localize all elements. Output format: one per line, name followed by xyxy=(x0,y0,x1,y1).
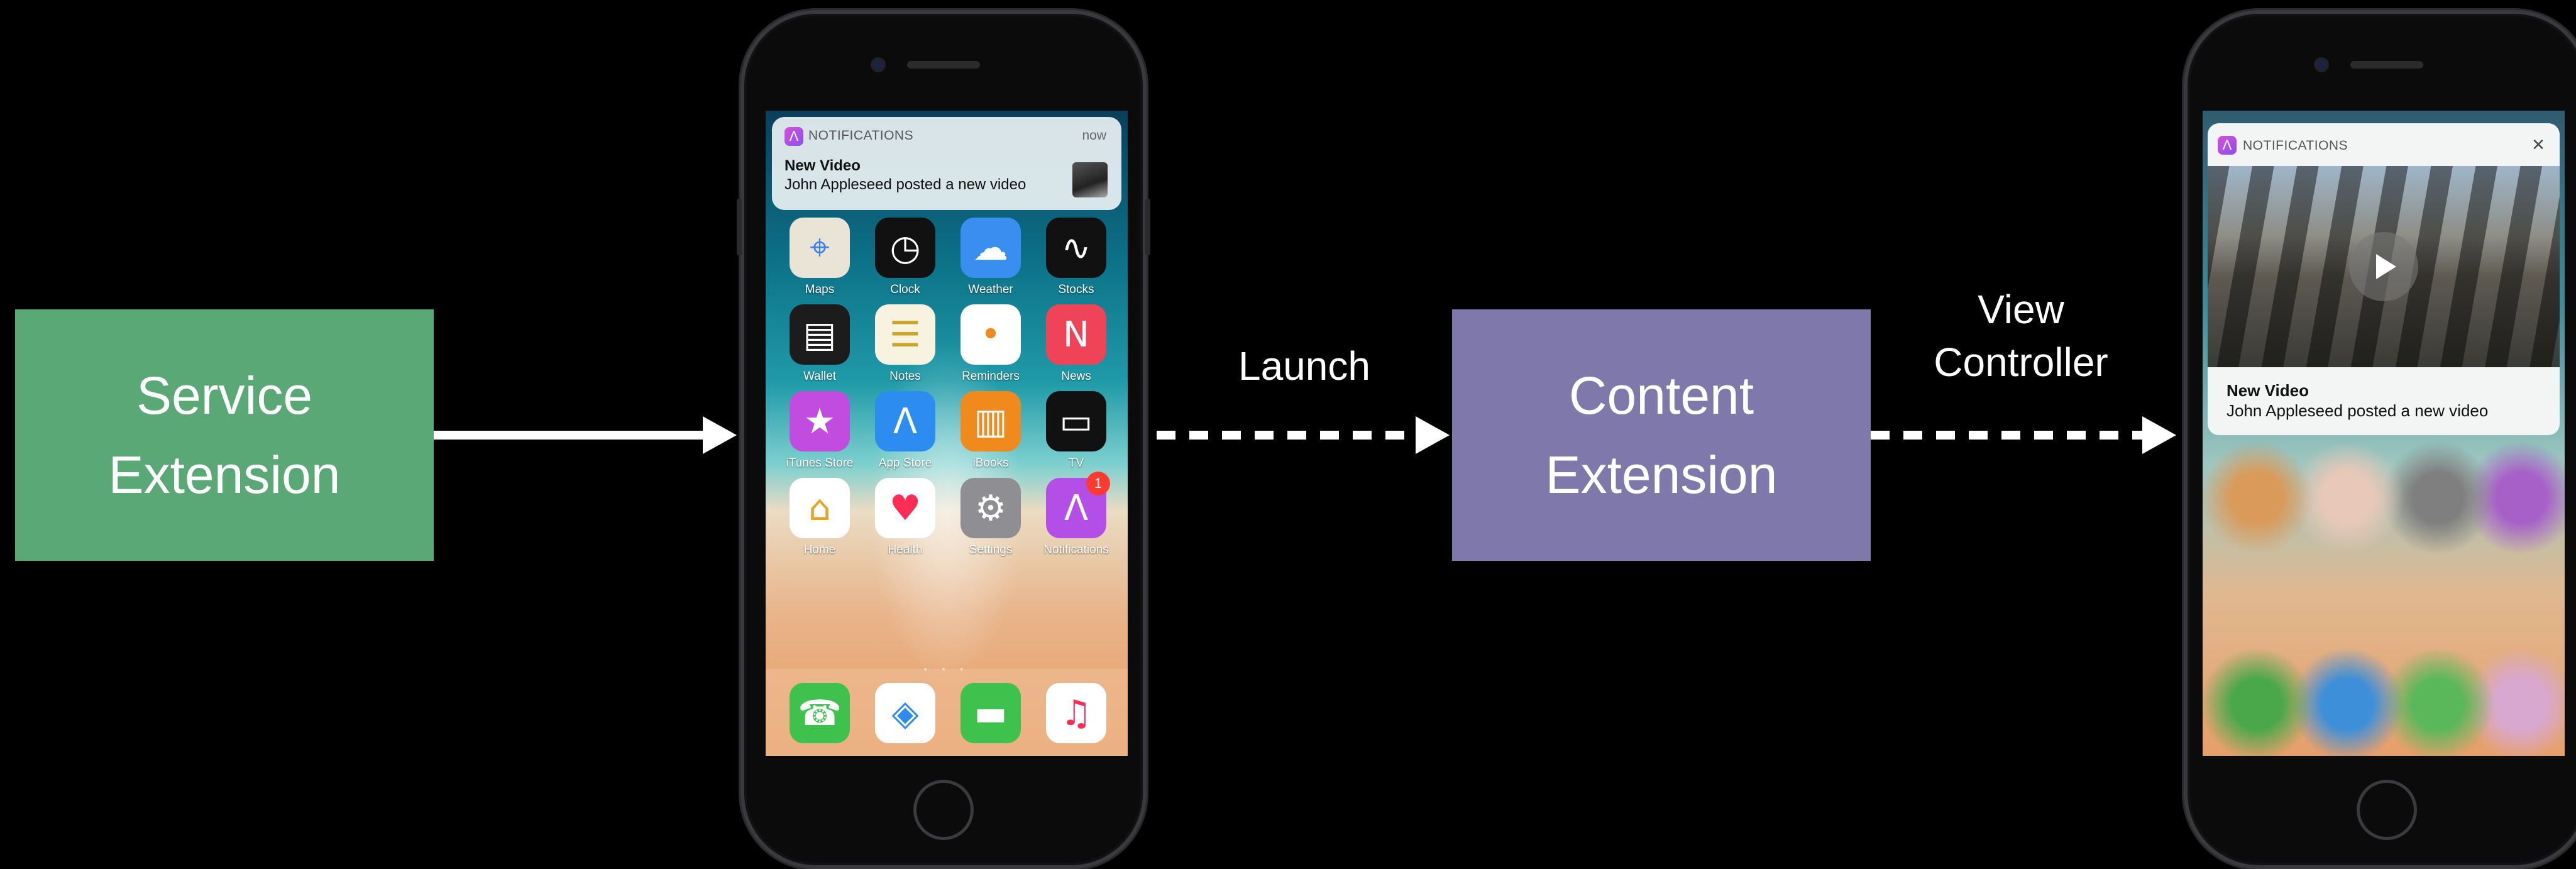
app-health[interactable]: ♥ Health xyxy=(862,478,948,557)
app-settings[interactable]: ⚙ Settings xyxy=(948,478,1033,557)
card-title: New Video xyxy=(2226,381,2309,400)
app-label: Settings xyxy=(969,543,1013,556)
app-label: App Store xyxy=(878,457,932,470)
notification-badge: 1 xyxy=(1086,472,1110,495)
safari-icon: ◈ xyxy=(875,683,935,743)
app-weather[interactable]: ☁ Weather xyxy=(948,218,1033,297)
weather-icon: ☁ xyxy=(960,218,1021,278)
dock-safari[interactable]: ◈ xyxy=(862,683,948,743)
card-header: Λ NOTIFICATIONS × xyxy=(2208,123,2560,166)
app-store-icon: Λ xyxy=(875,391,935,451)
app-label: Notifications xyxy=(1043,543,1109,556)
home-button[interactable] xyxy=(2357,780,2417,840)
app-ibooks[interactable]: ▥ iBooks xyxy=(948,391,1033,470)
phone-icon: ☎ xyxy=(790,683,850,743)
clock-icon: ◷ xyxy=(875,218,935,278)
app-home[interactable]: ⌂ Home xyxy=(777,478,862,557)
side-button xyxy=(1145,199,1150,255)
app-itunes-store[interactable]: ★ iTunes Store xyxy=(777,391,862,470)
view-controller-dashed-arrow xyxy=(1871,416,2176,454)
app-wallet[interactable]: ▤ Wallet xyxy=(777,304,862,384)
dock-music[interactable]: ♫ xyxy=(1033,683,1119,743)
app-label: Home xyxy=(803,543,836,556)
phone2-screen: Λ NOTIFICATIONS × New Video John Applese… xyxy=(2203,111,2565,756)
solid-arrow xyxy=(434,416,737,454)
dock-messages[interactable]: ▬ xyxy=(948,683,1033,743)
app-label: Stocks xyxy=(1058,283,1094,296)
reminders-icon: • xyxy=(960,304,1021,365)
notifications-app-icon: Λ xyxy=(2218,136,2237,155)
app-label: iTunes Store xyxy=(786,457,854,470)
app-label: TV xyxy=(1068,457,1084,470)
phone1-screen: Λ NOTIFICATIONS now New Video John Apple… xyxy=(766,111,1128,756)
front-camera xyxy=(2316,59,2327,70)
app-reminders[interactable]: • Reminders xyxy=(948,304,1033,384)
app-tv[interactable]: ▭ TV xyxy=(1033,391,1119,470)
notification-body: John Appleseed posted a new video xyxy=(784,176,1027,193)
card-body: John Appleseed posted a new video xyxy=(2226,401,2489,420)
card-app-name: NOTIFICATIONS xyxy=(2243,138,2348,153)
front-camera xyxy=(872,59,884,70)
health-icon: ♥ xyxy=(875,478,935,538)
itunes-store-icon: ★ xyxy=(790,391,850,451)
home-button[interactable] xyxy=(913,780,974,840)
launch-dashed-arrow xyxy=(1157,416,1450,454)
app-app-store[interactable]: Λ App Store xyxy=(862,391,948,470)
app-label: Weather xyxy=(968,283,1013,296)
iphone-notification-expanded: Λ NOTIFICATIONS × New Video John Applese… xyxy=(2184,10,2576,869)
news-icon: N xyxy=(1046,304,1106,365)
notes-icon: ☰ xyxy=(875,304,935,365)
notifications-app-icon: Λ xyxy=(784,127,803,146)
notification-title: New Video xyxy=(784,157,861,174)
iphone-home-screen: Λ NOTIFICATIONS now New Video John Apple… xyxy=(737,10,1150,869)
app-clock[interactable]: ◷ Clock xyxy=(862,218,948,297)
app-label: iBooks xyxy=(972,457,1009,470)
play-icon[interactable] xyxy=(2349,232,2418,301)
app-news[interactable]: N News xyxy=(1033,304,1119,384)
video-preview[interactable] xyxy=(2208,166,2560,367)
app-label: Wallet xyxy=(803,370,837,383)
side-button xyxy=(737,199,742,255)
app-label: Clock xyxy=(890,283,920,296)
app-maps[interactable]: ⌖ Maps xyxy=(777,218,862,297)
wallet-icon: ▤ xyxy=(790,304,850,365)
app-stocks[interactable]: ∿ Stocks xyxy=(1033,218,1119,297)
maps-icon: ⌖ xyxy=(790,218,850,278)
app-label: Health xyxy=(888,543,923,556)
music-icon: ♫ xyxy=(1046,683,1106,743)
tv-icon: ▭ xyxy=(1046,391,1106,451)
earpiece-speaker xyxy=(2350,61,2423,69)
app-notifications-app[interactable]: Λ 1 Notifications xyxy=(1033,472,1119,557)
dock-phone[interactable]: ☎ xyxy=(777,683,862,743)
ibooks-icon: ▥ xyxy=(960,391,1021,451)
messages-icon: ▬ xyxy=(960,683,1021,743)
app-label: Reminders xyxy=(962,370,1020,383)
app-notes[interactable]: ☰ Notes xyxy=(862,304,948,384)
play-triangle-icon xyxy=(2376,254,2396,279)
notification-app-name: NOTIFICATIONS xyxy=(808,128,914,143)
app-label: News xyxy=(1061,370,1091,383)
home-icon: ⌂ xyxy=(790,478,850,538)
app-label: Maps xyxy=(805,283,835,296)
dock: ☎ ◈ ▬ ♫ xyxy=(766,669,1128,756)
earpiece-speaker xyxy=(907,61,980,69)
settings-icon: ⚙ xyxy=(960,478,1021,538)
notification-time: now xyxy=(1082,128,1106,143)
notification-banner[interactable]: Λ NOTIFICATIONS now New Video John Apple… xyxy=(772,117,1121,210)
video-thumbnail xyxy=(1072,162,1108,197)
content-extension-card[interactable]: Λ NOTIFICATIONS × New Video John Applese… xyxy=(2208,123,2560,435)
app-label: Notes xyxy=(889,370,921,383)
stocks-icon: ∿ xyxy=(1046,218,1106,278)
close-icon[interactable]: × xyxy=(2526,132,2551,157)
